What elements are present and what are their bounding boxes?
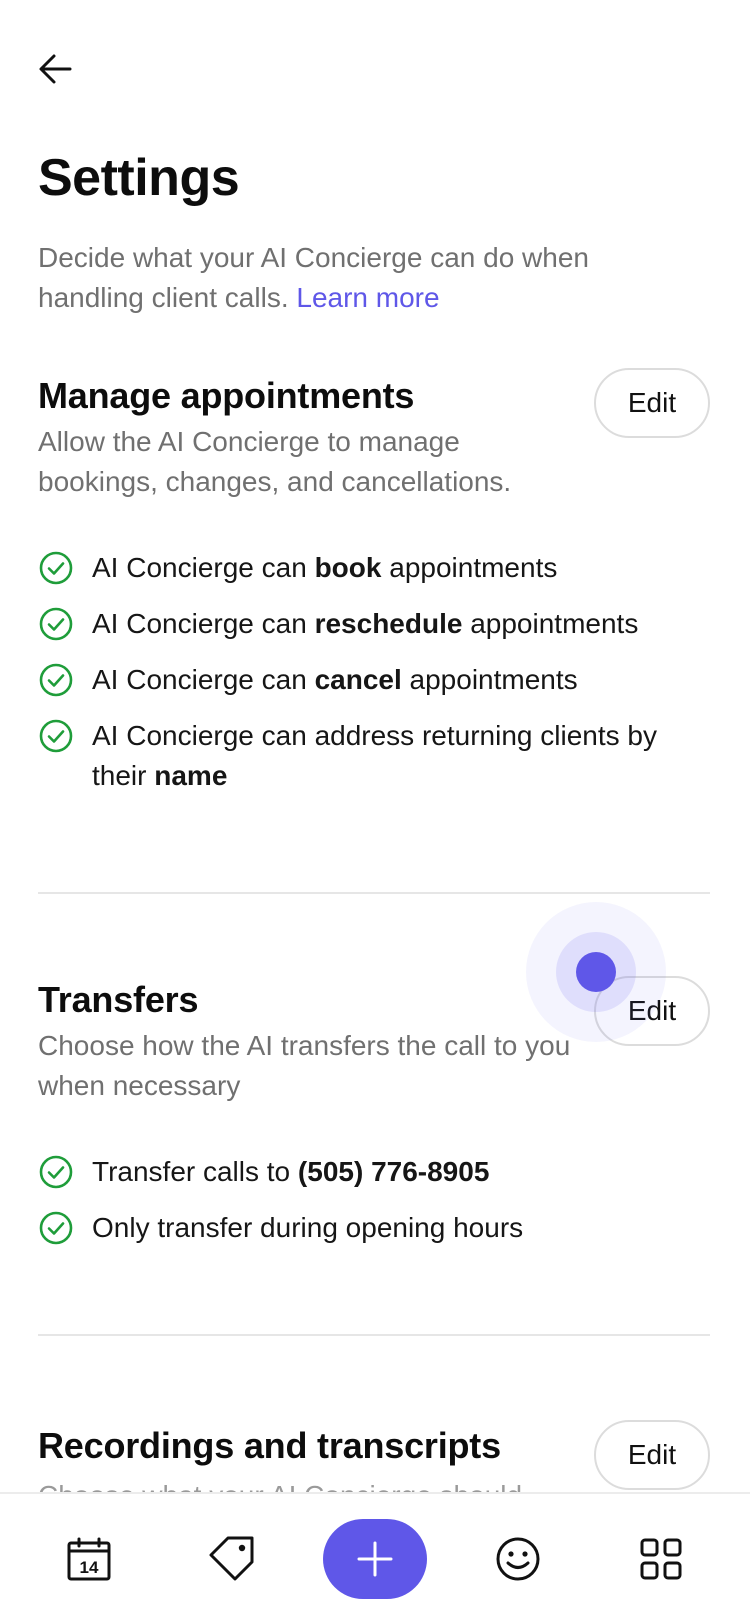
- grid-icon: [640, 1538, 682, 1580]
- transfer-text: Only transfer during opening hours: [92, 1212, 524, 1243]
- edit-recordings-button[interactable]: Edit: [594, 1420, 710, 1490]
- permission-reschedule: AI Concierge can reschedule appointments: [38, 604, 710, 644]
- section-recordings: Recordings and transcripts Edit: [38, 1420, 710, 1490]
- check-circle-icon: [39, 1211, 73, 1245]
- appointments-permissions-list: AI Concierge can book appointments AI Co…: [38, 548, 710, 796]
- nav-calendar[interactable]: 14: [37, 1519, 141, 1599]
- permission-address-by-name: AI Concierge can address returning clien…: [38, 716, 710, 796]
- section-divider: [38, 892, 710, 894]
- check-circle-icon: [39, 1155, 73, 1189]
- permission-cancel: AI Concierge can cancel appointments: [38, 660, 710, 700]
- section-manage-appointments: Manage appointments Allow the AI Concier…: [38, 368, 710, 796]
- nav-tags[interactable]: [180, 1519, 284, 1599]
- arrow-left-icon: [39, 54, 72, 84]
- section-description: Choose how the AI transfers the call to …: [38, 1030, 571, 1101]
- tag-icon: [209, 1536, 254, 1581]
- transfers-settings-list: Transfer calls to (505) 776-8905 Only tr…: [38, 1152, 710, 1248]
- learn-more-link[interactable]: Learn more: [296, 282, 439, 313]
- nav-add-button[interactable]: [322, 1519, 427, 1599]
- calendar-day-number: 14: [80, 1558, 99, 1577]
- permission-text: AI Concierge can cancel appointments: [92, 664, 578, 695]
- transfer-number: Transfer calls to (505) 776-8905: [38, 1152, 710, 1192]
- page-title: Settings: [38, 149, 240, 207]
- check-circle-icon: [39, 663, 73, 697]
- section-description: Allow the AI Concierge to manage booking…: [38, 426, 512, 497]
- calendar-icon: 14: [67, 1537, 111, 1581]
- nav-clients[interactable]: [466, 1519, 570, 1599]
- touch-indicator: [576, 952, 616, 992]
- permission-text: AI Concierge can book appointments: [92, 552, 558, 583]
- settings-screen: Settings Decide what your AI Concierge c…: [0, 0, 750, 1624]
- transfer-opening-hours: Only transfer during opening hours: [38, 1208, 710, 1248]
- bottom-navigation: 14: [0, 1492, 750, 1624]
- check-circle-icon: [39, 719, 73, 753]
- back-button[interactable]: [36, 46, 86, 92]
- section-divider: [38, 1334, 710, 1336]
- smiley-icon: [496, 1537, 540, 1581]
- permission-text: AI Concierge can reschedule appointments: [92, 608, 639, 639]
- check-circle-icon: [39, 607, 73, 641]
- permission-book: AI Concierge can book appointments: [38, 548, 710, 588]
- transfer-text: Transfer calls to (505) 776-8905: [92, 1156, 490, 1187]
- check-circle-icon: [39, 551, 73, 585]
- intro-text: Decide what your AI Concierge can do whe…: [38, 238, 688, 318]
- edit-appointments-button[interactable]: Edit: [594, 368, 710, 438]
- nav-more[interactable]: [609, 1519, 713, 1599]
- plus-icon: [357, 1541, 393, 1577]
- permission-text: AI Concierge can address returning clien…: [92, 720, 657, 791]
